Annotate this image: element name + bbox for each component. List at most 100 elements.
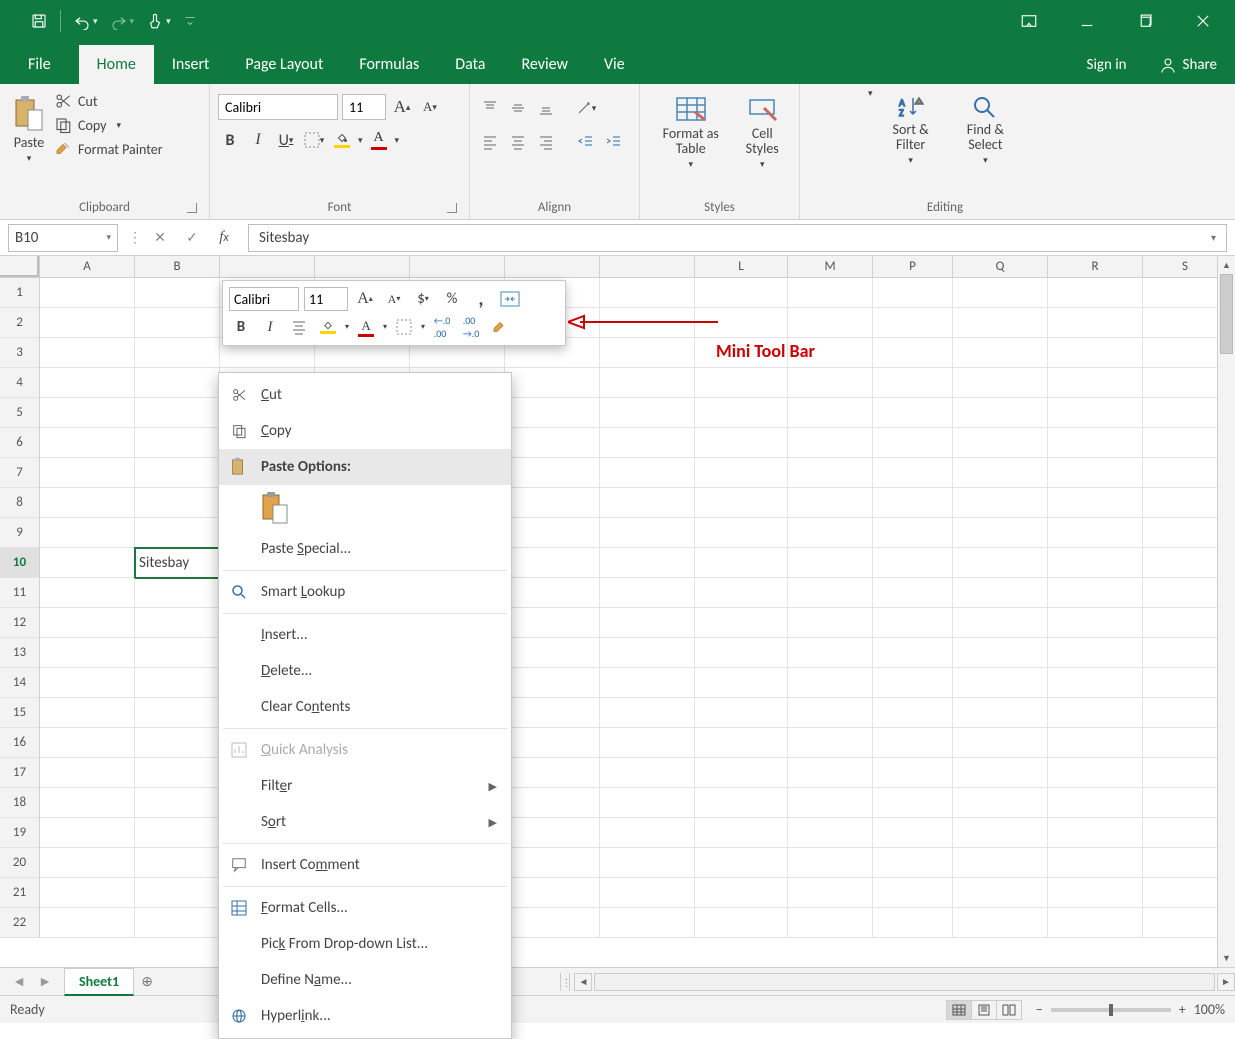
cell[interactable] (135, 428, 220, 458)
cell[interactable] (788, 818, 873, 848)
spreadsheet-grid[interactable]: ABLMPQRS 12345678910Sitesbay111213141516… (0, 256, 1235, 967)
cell[interactable] (1048, 368, 1143, 398)
cell[interactable] (1143, 338, 1228, 368)
cell[interactable] (600, 908, 695, 938)
cell[interactable] (1143, 578, 1228, 608)
cell[interactable] (40, 278, 135, 308)
cell[interactable] (505, 428, 600, 458)
hscroll-left[interactable]: ◄ (574, 973, 592, 991)
copy-button[interactable]: Copy▾ (54, 116, 163, 134)
cell[interactable] (40, 338, 135, 368)
fill-color-button[interactable] (330, 128, 354, 152)
row-header[interactable]: 4 (0, 368, 40, 398)
cell[interactable] (1143, 788, 1228, 818)
cell[interactable] (40, 578, 135, 608)
cell[interactable] (600, 488, 695, 518)
share-button[interactable]: Share (1141, 46, 1235, 84)
cell[interactable] (873, 608, 953, 638)
cell[interactable] (1143, 878, 1228, 908)
cell[interactable] (1048, 578, 1143, 608)
cell[interactable] (695, 668, 788, 698)
window-close[interactable] (1183, 0, 1223, 42)
cell[interactable] (600, 848, 695, 878)
cell[interactable] (788, 578, 873, 608)
cell[interactable] (873, 428, 953, 458)
cell[interactable] (135, 638, 220, 668)
cell[interactable] (953, 638, 1048, 668)
cell[interactable] (135, 698, 220, 728)
mtb-dec-decimal[interactable]: .00→.0 (459, 315, 483, 339)
mtb-italic[interactable]: I (258, 315, 282, 339)
column-header[interactable] (410, 256, 505, 277)
tab-page-layout[interactable]: Page Layout (227, 45, 341, 84)
row-header[interactable]: 15 (0, 698, 40, 728)
cell[interactable] (1143, 278, 1228, 308)
name-box[interactable]: B10▾ (8, 224, 118, 252)
qat-touch-mode[interactable]: ▾ (146, 12, 171, 30)
ctx-copy[interactable]: Copy (219, 413, 511, 449)
cell[interactable] (135, 458, 220, 488)
cut-button[interactable]: Cut (54, 92, 163, 110)
scroll-up[interactable]: ▲ (1218, 256, 1235, 274)
cell[interactable] (695, 278, 788, 308)
cell[interactable] (1143, 848, 1228, 878)
cell[interactable] (135, 608, 220, 638)
column-header[interactable] (315, 256, 410, 277)
row-header[interactable]: 12 (0, 608, 40, 638)
mtb-merge[interactable] (498, 287, 522, 311)
cell[interactable] (873, 698, 953, 728)
cell[interactable] (1048, 878, 1143, 908)
qat-redo[interactable]: ▾ (110, 12, 135, 30)
cell[interactable] (505, 548, 600, 578)
cell[interactable] (135, 668, 220, 698)
cell[interactable] (40, 788, 135, 818)
cell[interactable] (600, 428, 695, 458)
cell[interactable] (788, 698, 873, 728)
tab-view[interactable]: Vie (586, 45, 643, 84)
cell[interactable] (953, 338, 1048, 368)
cell[interactable] (505, 908, 600, 938)
cell[interactable] (40, 758, 135, 788)
cell[interactable] (873, 308, 953, 338)
ctx-delete[interactable]: Delete... (219, 653, 511, 689)
cell[interactable] (873, 338, 953, 368)
row-header[interactable]: 21 (0, 878, 40, 908)
cell[interactable] (40, 908, 135, 938)
cell[interactable] (40, 608, 135, 638)
sign-in[interactable]: Sign in (1073, 46, 1141, 84)
cell[interactable] (600, 788, 695, 818)
cell[interactable] (505, 668, 600, 698)
cell[interactable] (1048, 788, 1143, 818)
cell[interactable] (1143, 458, 1228, 488)
cell[interactable] (40, 488, 135, 518)
cell[interactable] (873, 368, 953, 398)
cell[interactable] (40, 518, 135, 548)
cell[interactable] (40, 818, 135, 848)
column-header[interactable] (505, 256, 600, 277)
cell[interactable] (135, 908, 220, 938)
orientation-button[interactable]: ▾ (574, 96, 598, 120)
format-as-table-button[interactable]: Format as Table▾ (648, 88, 733, 170)
mtb-percent[interactable]: % (440, 287, 464, 311)
cell[interactable] (135, 578, 220, 608)
format-painter-button[interactable]: Format Painter (54, 140, 163, 158)
cell[interactable] (505, 488, 600, 518)
cell[interactable] (1143, 758, 1228, 788)
cell[interactable] (1048, 548, 1143, 578)
cell[interactable] (1143, 728, 1228, 758)
cell[interactable] (505, 398, 600, 428)
ctx-paste-special[interactable]: Paste Special... (219, 531, 511, 567)
cell[interactable] (873, 758, 953, 788)
align-bottom[interactable] (534, 96, 558, 120)
view-page-break[interactable] (996, 1000, 1022, 1020)
cell[interactable] (505, 698, 600, 728)
cell[interactable] (873, 518, 953, 548)
cell[interactable] (135, 788, 220, 818)
cell[interactable] (1143, 698, 1228, 728)
cell[interactable] (135, 368, 220, 398)
row-header[interactable]: 14 (0, 668, 40, 698)
cell[interactable] (1143, 608, 1228, 638)
cell[interactable] (135, 818, 220, 848)
cell[interactable] (788, 668, 873, 698)
sheet-tab-active[interactable]: Sheet1 (64, 968, 134, 996)
